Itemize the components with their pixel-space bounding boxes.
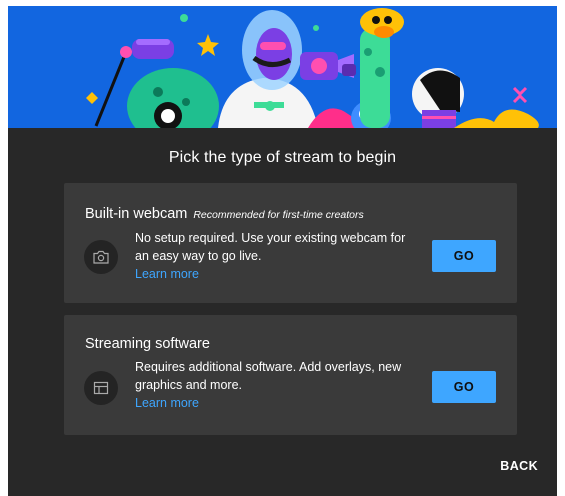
option-description: No setup required. Use your existing web… xyxy=(135,231,406,263)
back-button[interactable]: BACK xyxy=(466,454,538,478)
option-description-block: No setup required. Use your existing web… xyxy=(135,229,415,283)
option-title: Streaming software xyxy=(85,336,210,352)
option-title-text: Streaming software xyxy=(85,336,210,352)
learn-more-link[interactable]: Learn more xyxy=(135,265,415,283)
stream-type-dialog: Pick the type of stream to begin Built-i… xyxy=(8,6,557,496)
option-description: Requires additional software. Add overla… xyxy=(135,360,402,392)
option-card-webcam: Built-in webcam Recommended for first-tim… xyxy=(64,183,517,303)
creators-illustration xyxy=(8,6,557,128)
go-button-webcam[interactable]: GO xyxy=(432,240,496,272)
go-button-streaming-software[interactable]: GO xyxy=(432,371,496,403)
learn-more-link[interactable]: Learn more xyxy=(135,394,415,412)
option-title-text: Built-in webcam xyxy=(85,206,188,222)
dialog-title: Pick the type of stream to begin xyxy=(168,149,397,166)
recommended-note: Recommended for first-time creators xyxy=(193,209,364,221)
broadcast-window-icon xyxy=(84,371,118,405)
camera-icon xyxy=(84,240,118,274)
hero-illustration xyxy=(8,6,557,128)
option-title: Built-in webcam Recommended for first-tim… xyxy=(85,206,364,222)
option-description-block: Requires additional software. Add overla… xyxy=(135,358,415,412)
option-card-streaming-software: Streaming software Requires additional s… xyxy=(64,315,517,435)
